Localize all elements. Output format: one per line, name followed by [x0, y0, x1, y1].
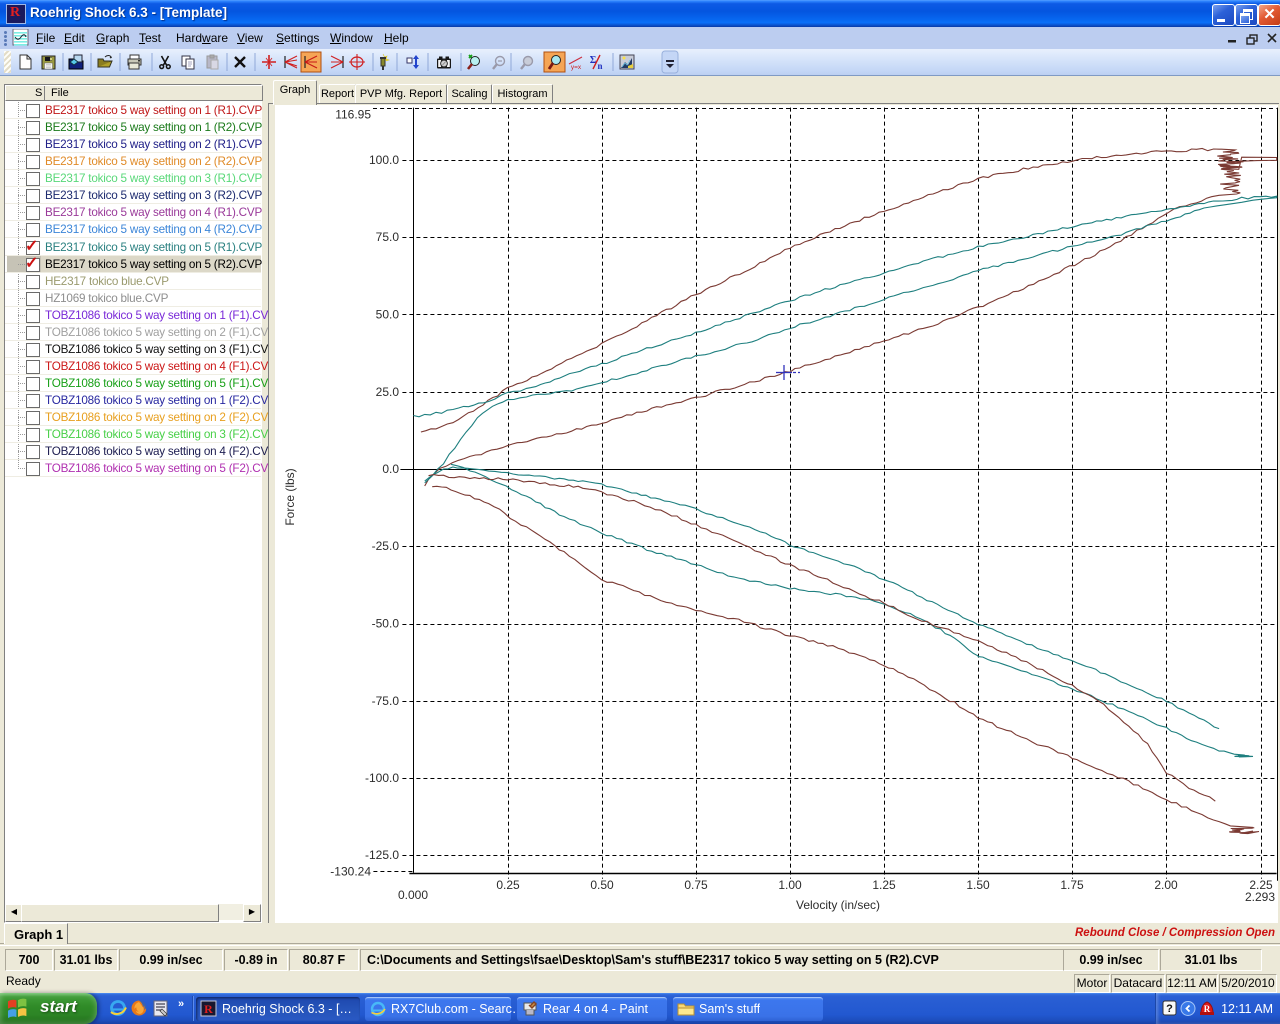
svg-text:»: » [178, 998, 184, 1010]
svg-text:?: ? [1166, 1003, 1173, 1015]
svg-text:R: R [1204, 1004, 1211, 1014]
svg-text:n: n [597, 61, 602, 71]
svg-text:y=x: y=x [571, 64, 582, 71]
svg-text:R: R [204, 1002, 213, 1016]
